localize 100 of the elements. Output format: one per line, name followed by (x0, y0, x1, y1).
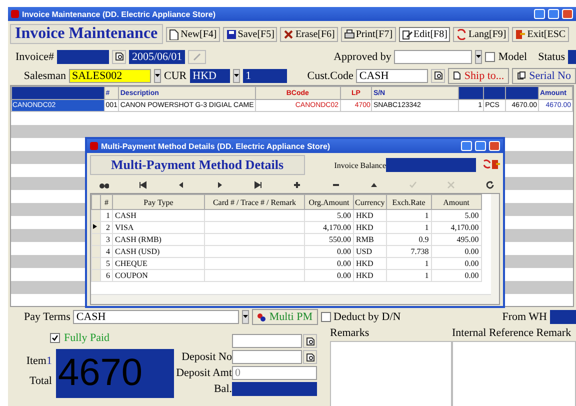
field-label: CUR (164, 70, 187, 82)
salesman-field[interactable]: SALES002 (69, 68, 151, 82)
caret-icon (234, 74, 239, 78)
close-button[interactable] (562, 9, 573, 19)
maximize-button[interactable] (548, 9, 559, 19)
toolbar-button[interactable]: Lang[F9] (453, 26, 510, 42)
lookup-button[interactable] (431, 68, 446, 82)
vertical-scrollbar[interactable] (491, 194, 499, 295)
toolbar-button[interactable]: Exit[ESC (512, 26, 569, 42)
warehouse-field[interactable] (550, 310, 576, 324)
balance-field[interactable] (232, 382, 317, 396)
last-record-icon[interactable] (253, 180, 264, 190)
lookup-button[interactable] (112, 50, 126, 64)
table-cell: 0.00 (304, 258, 354, 270)
arrows-icon (456, 28, 468, 40)
dropdown-button[interactable] (475, 50, 482, 64)
checkbox[interactable] (320, 312, 330, 322)
close-button[interactable] (489, 141, 500, 151)
field-label: Status (538, 50, 565, 62)
checkbox[interactable] (50, 333, 60, 343)
column-header[interactable]: Exch.Rate (386, 194, 432, 210)
currency-field[interactable]: HKD (190, 68, 230, 82)
table-cell: 0.00 (304, 270, 354, 282)
table-cell: HKD (354, 270, 386, 282)
column-header[interactable]: # (100, 194, 112, 210)
cross-icon (283, 28, 294, 40)
field-label: Item (26, 355, 46, 367)
table-cell: 1 (386, 210, 432, 222)
page-magnifier-icon (114, 52, 124, 61)
lookup-button[interactable] (303, 350, 317, 364)
input-field[interactable] (232, 334, 302, 348)
field-label: From WH (502, 311, 547, 323)
printer-icon (344, 28, 355, 40)
exchange-rate-field[interactable]: 1 (242, 68, 287, 82)
toolbar-button[interactable]: Print[F7] (340, 26, 396, 42)
field-label: Pay Terms (24, 311, 70, 323)
page-icon (453, 71, 462, 80)
horizontal-scrollbar[interactable] (91, 294, 499, 304)
column-header[interactable] (506, 86, 538, 100)
table-cell: CASH (USD) (112, 246, 204, 258)
multi-pm-button[interactable]: Multi PM (252, 309, 318, 325)
dropdown-button[interactable] (242, 310, 250, 324)
status-field[interactable] (568, 50, 576, 64)
customer-code-field[interactable]: CASH (356, 68, 428, 82)
table-cell: VISA (112, 222, 204, 234)
minimize-button[interactable] (534, 9, 545, 19)
field-label: Remarks (330, 327, 370, 339)
invoice-balance-field[interactable] (386, 158, 476, 172)
column-header[interactable] (484, 86, 506, 100)
toolbar-button[interactable]: New[F4] (166, 26, 220, 42)
field-label: Deposit Amt (175, 367, 232, 379)
dropdown-button[interactable] (154, 68, 161, 82)
maximize-button[interactable] (475, 141, 486, 151)
column-header[interactable]: Amount (431, 194, 482, 210)
field-label: Salesman (22, 70, 66, 82)
minimize-button[interactable] (461, 141, 472, 151)
column-header[interactable]: Pay Type (112, 194, 204, 210)
column-header[interactable]: Org.Amount (304, 194, 354, 210)
page-magnifier-icon (434, 71, 443, 80)
table-cell: 4,170.00 (431, 222, 482, 234)
deposit-number-field[interactable] (232, 350, 302, 364)
table-cell: 495.00 (431, 234, 482, 246)
checkbox[interactable] (485, 52, 496, 62)
remarks-field[interactable] (330, 341, 452, 406)
field-label: Cust.Code (307, 70, 354, 82)
first-record-icon[interactable] (138, 180, 148, 190)
toolbar-button[interactable]: Erase[F6] (280, 26, 338, 42)
invoice-number-field[interactable] (57, 50, 109, 64)
internal-remark-field[interactable] (452, 341, 576, 406)
ship-to-button[interactable]: Ship to... (448, 68, 510, 84)
arrows-icon[interactable] (482, 158, 491, 168)
approved-by-field[interactable] (394, 50, 472, 64)
table-cell: 0.9 (386, 234, 432, 246)
toolbar-button[interactable]: Save[F5] (222, 26, 278, 42)
checkbox-label: Fully Paid (64, 332, 110, 344)
deposit-amount-field[interactable]: 0 (232, 366, 317, 380)
field-label: Deposit No (180, 351, 232, 363)
field-label: Approved by (334, 50, 392, 62)
door-exit-icon[interactable] (491, 158, 500, 168)
column-header[interactable] (12, 86, 104, 100)
refresh-icon[interactable] (484, 180, 495, 190)
table-cell: 1 (100, 210, 112, 222)
date-field[interactable]: 2005/06/01 (129, 50, 185, 64)
column-header[interactable]: Currency (354, 194, 386, 210)
field-label: Total (30, 375, 52, 387)
column-header[interactable] (458, 86, 484, 100)
table-cell: 1 (386, 270, 432, 282)
table-cell: 4,170.00 (304, 222, 354, 234)
column-header[interactable]: Card # / Trace # / Remark (204, 194, 304, 210)
lookup-button[interactable] (303, 334, 317, 348)
serial-number-button[interactable]: Serial No (512, 68, 576, 84)
plus-icon[interactable] (292, 180, 302, 190)
table-cell: 0.00 (431, 258, 482, 270)
toolbar-button[interactable]: Edit[F8] (398, 26, 450, 42)
pencil-icon (193, 52, 201, 60)
total-display: 4670 (56, 349, 174, 398)
pay-terms-field[interactable]: CASH (73, 310, 240, 324)
table-cell: COUPON (112, 270, 204, 282)
caret-icon (243, 315, 248, 319)
dropdown-button[interactable] (232, 68, 240, 82)
